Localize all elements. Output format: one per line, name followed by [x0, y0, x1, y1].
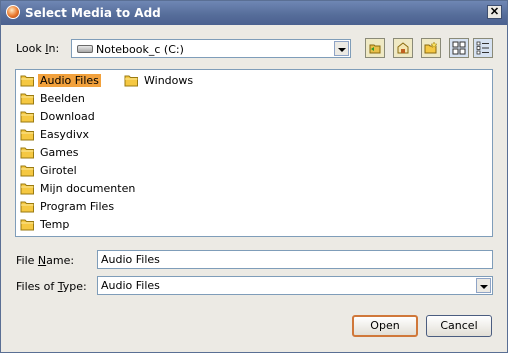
folder-icon: [20, 75, 34, 87]
file-list-item[interactable]: Games: [20, 144, 120, 161]
file-type-label: Files of Type:: [16, 280, 87, 293]
file-list-item[interactable]: Temp: [20, 216, 120, 233]
look-in-dropdown[interactable]: Notebook_c (C:): [71, 39, 351, 58]
go-back-button[interactable]: [365, 38, 385, 58]
folder-icon: [20, 201, 34, 213]
details-view-icon: [476, 41, 489, 55]
folder-icon: [20, 183, 34, 195]
file-type-dropdown[interactable]: Audio Files: [97, 276, 493, 295]
file-list-item-label: Program Files: [40, 200, 115, 213]
file-list-item-label: Windows: [144, 74, 194, 87]
file-name-value: Audio Files: [101, 253, 160, 266]
up-one-level-icon: [397, 42, 409, 54]
dialog-title: Select Media to Add: [25, 6, 161, 20]
folder-icon: [20, 147, 34, 159]
app-icon: [6, 5, 20, 19]
close-button[interactable]: ✕: [487, 5, 502, 19]
open-button[interactable]: Open: [352, 315, 418, 337]
new-folder-icon: [424, 41, 438, 54]
file-list[interactable]: Audio Files Beelden Download Easydivx Games G…: [15, 69, 493, 237]
file-list-item-label: Games: [40, 146, 79, 159]
file-list-item-label: Mijn documenten: [40, 182, 136, 195]
list-view-button[interactable]: [449, 38, 469, 58]
up-one-level-button[interactable]: [393, 38, 413, 58]
file-list-item[interactable]: Girotel: [20, 162, 120, 179]
cancel-button[interactable]: Cancel: [426, 315, 492, 337]
file-list-item-label: Easydivx: [40, 128, 89, 141]
folder-icon: [20, 219, 34, 231]
file-list-item-label: Girotel: [40, 164, 77, 177]
details-view-button[interactable]: [473, 38, 493, 58]
chevron-down-icon[interactable]: [334, 41, 349, 56]
file-name-label: File Name:: [16, 254, 75, 267]
file-list-item[interactable]: Easydivx: [20, 126, 120, 143]
close-icon: ✕: [489, 6, 500, 18]
go-back-icon: [369, 44, 381, 54]
file-list-item-label: Download: [40, 110, 95, 123]
folder-icon: [20, 111, 34, 123]
file-list-item[interactable]: Mijn documenten: [20, 180, 135, 197]
folder-icon: [20, 165, 34, 177]
drive-icon: [77, 45, 93, 53]
select-media-dialog: Select Media to Add ✕ Look In: Notebook_…: [0, 0, 508, 353]
look-in-label: Look In:: [16, 42, 60, 55]
file-list-item[interactable]: Audio Files: [20, 72, 120, 89]
new-folder-button[interactable]: [421, 38, 441, 58]
file-list-item-label: Temp: [40, 218, 70, 231]
file-list-item[interactable]: Download: [20, 108, 120, 125]
file-list-item[interactable]: Program Files: [20, 198, 120, 215]
title-bar[interactable]: Select Media to Add ✕: [1, 1, 507, 25]
folder-icon: [20, 129, 34, 141]
file-list-item-label: Audio Files: [38, 74, 101, 87]
chevron-down-icon[interactable]: [476, 278, 491, 293]
file-type-value: Audio Files: [101, 279, 160, 292]
file-list-item-label: Beelden: [40, 92, 85, 105]
file-list-item[interactable]: Windows: [124, 72, 224, 89]
list-view-icon: [452, 41, 466, 55]
look-in-value: Notebook_c (C:): [96, 43, 184, 56]
folder-icon: [20, 93, 34, 105]
file-name-input[interactable]: Audio Files: [97, 250, 493, 269]
folder-icon: [124, 75, 138, 87]
file-list-item[interactable]: Beelden: [20, 90, 120, 107]
